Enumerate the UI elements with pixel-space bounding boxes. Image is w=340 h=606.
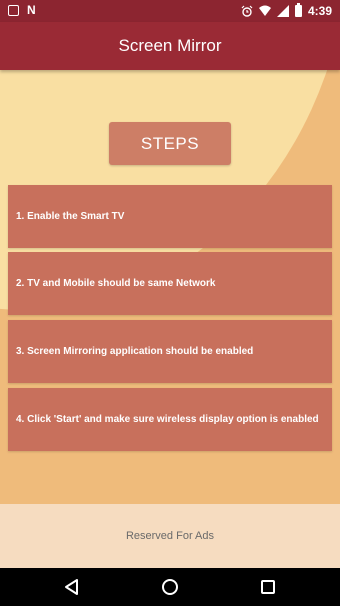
status-time: 4:39 bbox=[307, 4, 332, 18]
recents-icon[interactable] bbox=[258, 577, 278, 597]
alarm-icon bbox=[241, 5, 253, 17]
app-bar: Screen Mirror bbox=[0, 22, 340, 70]
step-text: 3. Screen Mirroring application should b… bbox=[16, 346, 254, 357]
home-icon[interactable] bbox=[160, 577, 180, 597]
ads-label: Reserved For Ads bbox=[125, 530, 215, 542]
status-bar: N 4:39 bbox=[0, 0, 340, 22]
step-item-4: 4. Click 'Start' and make sure wireless … bbox=[8, 388, 332, 451]
back-icon[interactable] bbox=[62, 577, 82, 597]
step-item-2: 2. TV and Mobile should be same Network bbox=[8, 252, 332, 315]
main-content: STEPS 1. Enable the Smart TV 2. TV and M… bbox=[0, 70, 340, 504]
step-text: 4. Click 'Start' and make sure wireless … bbox=[16, 414, 319, 425]
step-item-1: 1. Enable the Smart TV bbox=[8, 185, 332, 248]
ads-area: Reserved For Ads bbox=[0, 504, 340, 568]
signal-icon bbox=[276, 5, 289, 17]
step-item-3: 3. Screen Mirroring application should b… bbox=[8, 320, 332, 383]
n-notification-icon: N bbox=[27, 3, 36, 17]
battery-icon bbox=[294, 3, 302, 17]
step-text: 1. Enable the Smart TV bbox=[16, 211, 125, 222]
step-text: 2. TV and Mobile should be same Network bbox=[16, 278, 216, 289]
nav-bar bbox=[0, 568, 340, 606]
steps-button[interactable]: STEPS bbox=[109, 122, 231, 165]
gallery-icon bbox=[8, 4, 19, 16]
app-title: Screen Mirror bbox=[118, 36, 222, 55]
wifi-icon bbox=[258, 5, 271, 16]
